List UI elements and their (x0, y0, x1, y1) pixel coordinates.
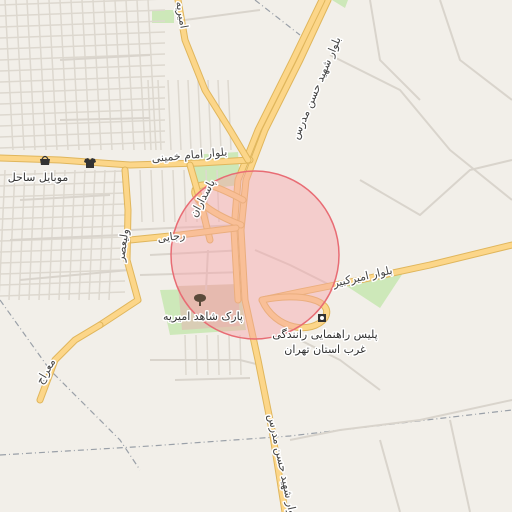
local-street (239, 334, 242, 376)
poi-label: پارک شاهد امیریه (163, 310, 243, 323)
local-street (217, 334, 220, 376)
map-canvas[interactable]: بلوار شهید حسن مدرس بلوار شهید حسن مدرس … (0, 0, 512, 512)
local-street (195, 334, 198, 376)
poi-label-line1: پلیس راهنمایی رانندگی (272, 328, 377, 341)
local-street (184, 334, 187, 376)
map-view[interactable]: بلوار شهید حسن مدرس بلوار شهید حسن مدرس … (0, 0, 512, 512)
local-street (206, 334, 209, 376)
local-street (228, 334, 231, 376)
police-icon (318, 314, 326, 322)
poi-label-line2: غرب استان تهران (284, 343, 366, 356)
poi-label: موبایل ساحل (8, 171, 69, 184)
